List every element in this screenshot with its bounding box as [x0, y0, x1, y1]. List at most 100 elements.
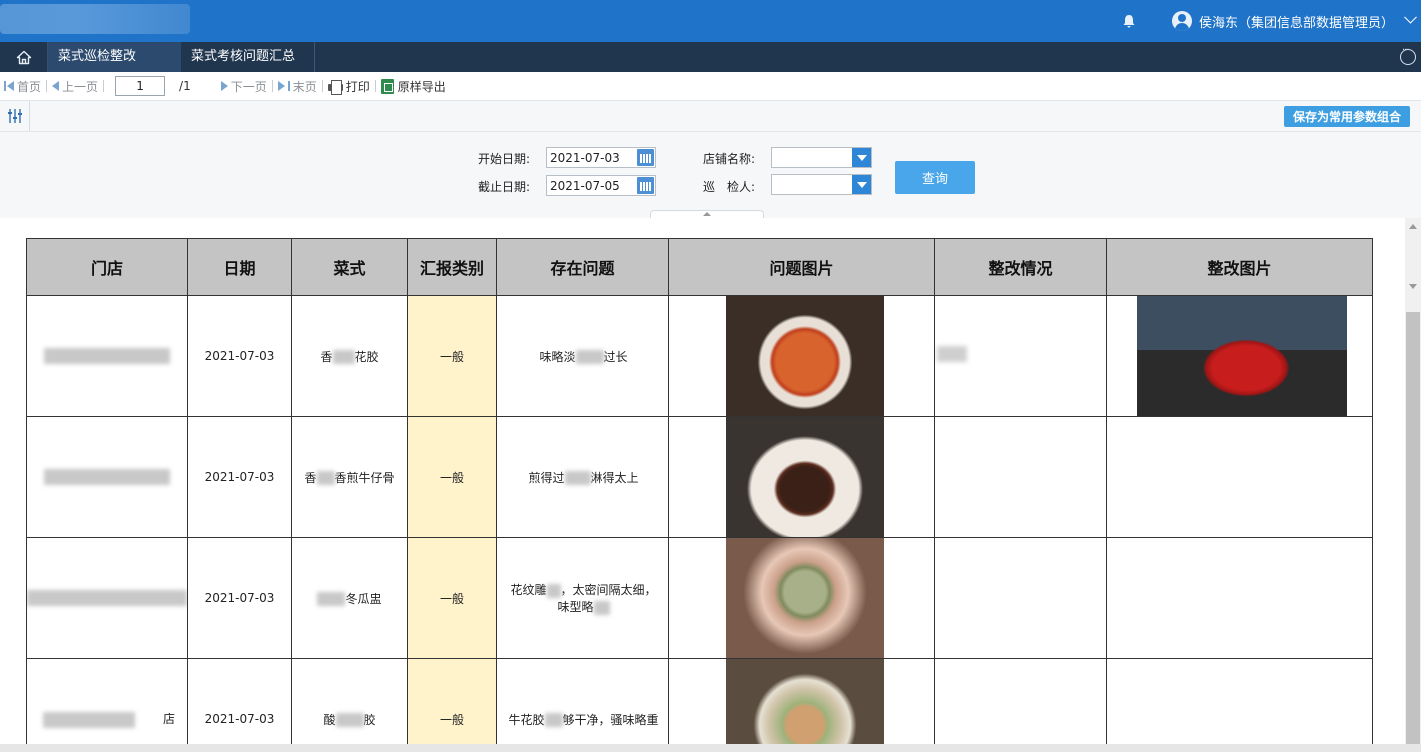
bell-icon[interactable]	[1121, 13, 1137, 29]
horizontal-scrollbar[interactable]	[0, 744, 1421, 752]
fix-photo-cell	[1106, 537, 1373, 659]
report-area: 门店 日期 菜式 汇报类别 存在问题 问题图片 整改情况 整改图片 2021-0…	[0, 218, 1405, 744]
store-cell	[26, 537, 188, 659]
column-header: 日期	[187, 238, 292, 296]
page-total: /1	[179, 79, 191, 93]
issue-cell: 花纹雕 ，太密间隔太细， 味型略	[496, 537, 669, 659]
column-header: 存在问题	[496, 238, 669, 296]
issue-cell: 牛花胶 够干净，骚味略重	[496, 658, 669, 744]
filter-sliders-icon[interactable]	[0, 101, 30, 131]
end-date-input[interactable]: 2021-07-05	[546, 175, 656, 196]
inspector-label: 巡 检人:	[703, 180, 756, 194]
fix-photo-cell	[1106, 416, 1373, 538]
prev-page-button[interactable]: 上一页	[52, 72, 98, 101]
dropdown-arrow-icon[interactable]	[852, 175, 871, 194]
page-number-input[interactable]	[115, 76, 166, 96]
issue-photo-cell	[668, 537, 935, 659]
fix-status-cell	[934, 537, 1107, 659]
redacted-store-name	[44, 348, 170, 364]
vertical-scrollbar[interactable]	[1405, 218, 1421, 744]
export-button[interactable]: 原样导出	[380, 72, 446, 101]
column-header: 整改情况	[934, 238, 1107, 296]
issue-photo[interactable]	[726, 296, 884, 416]
next-page-icon	[220, 81, 228, 91]
fix-photo-cell	[1106, 658, 1373, 744]
query-form: 开始日期: 2021-07-03 截止日期: 2021-07-05 店铺名称: …	[0, 132, 1421, 218]
start-date-input[interactable]: 2021-07-03	[546, 147, 656, 168]
redacted-store-name	[42, 711, 135, 728]
scroll-up-icon[interactable]	[1409, 224, 1417, 229]
more-options-icon[interactable]	[1400, 45, 1416, 65]
fix-photo-cell	[1106, 295, 1373, 417]
store-cell	[26, 295, 188, 417]
table-row: 2021-07-03 冬瓜盅 一般 花纹雕 ，太密间隔太细， 味型略	[26, 537, 1373, 659]
redacted-store-name	[27, 590, 187, 606]
excel-export-icon	[380, 78, 394, 94]
home-icon	[16, 50, 31, 64]
report-type-cell: 一般	[407, 295, 497, 417]
print-button[interactable]: 打印	[327, 72, 370, 101]
report-toolbar: 首页 上一页 /1 下一页 末页 打印 原样导出	[0, 72, 1421, 101]
calendar-icon[interactable]	[637, 149, 654, 166]
date-cell: 2021-07-03	[187, 295, 292, 417]
start-date-label: 开始日期:	[478, 152, 531, 166]
first-page-button[interactable]: 首页	[4, 72, 41, 101]
issue-photo[interactable]	[726, 659, 884, 744]
tab-dish-issue-summary[interactable]: 菜式考核问题汇总	[181, 42, 315, 72]
date-cell: 2021-07-03	[187, 537, 292, 659]
dish-cell: 酸胶	[291, 658, 408, 744]
issue-photo-cell	[668, 295, 935, 417]
app-header: 侯海东（集团信息部数据管理员）	[0, 0, 1421, 42]
tab-bar: 菜式巡检整改 菜式考核问题汇总	[0, 42, 1421, 72]
collapse-form-handle[interactable]	[650, 210, 764, 218]
report-type-cell: 一般	[407, 416, 497, 538]
column-header: 整改图片	[1106, 238, 1373, 296]
last-page-icon	[277, 81, 285, 91]
query-button[interactable]: 查询	[895, 161, 975, 194]
dish-cell: 香香煎牛仔骨	[291, 416, 408, 538]
calendar-icon[interactable]	[637, 177, 654, 194]
report-type-cell: 一般	[407, 658, 497, 744]
last-page-button[interactable]: 末页	[277, 72, 317, 101]
user-menu[interactable]: 侯海东（集团信息部数据管理员）	[1172, 10, 1417, 32]
store-cell: 店	[26, 658, 188, 744]
dropdown-arrow-icon[interactable]	[852, 148, 871, 167]
table-row: 2021-07-03 香花胶 一般 味略淡 过长	[26, 295, 1373, 417]
end-date-label: 截止日期:	[478, 180, 531, 194]
fix-status-cell	[934, 658, 1107, 744]
next-page-button[interactable]: 下一页	[220, 72, 267, 101]
fix-status-cell	[934, 416, 1107, 538]
date-cell: 2021-07-03	[187, 416, 292, 538]
dish-cell: 香花胶	[291, 295, 408, 417]
store-name-label: 店铺名称:	[703, 152, 756, 166]
scrollbar-thumb[interactable]	[1406, 312, 1420, 744]
chevron-down-icon	[1404, 10, 1417, 24]
prev-page-icon	[52, 81, 60, 91]
redacted-store-name	[44, 469, 170, 485]
user-avatar-icon	[1172, 11, 1192, 31]
save-params-button[interactable]: 保存为常用参数组合	[1283, 106, 1410, 127]
store-name-select[interactable]	[771, 147, 872, 168]
issue-photo-cell	[668, 658, 935, 744]
issue-photo[interactable]	[726, 538, 884, 658]
issue-photo[interactable]	[726, 417, 884, 537]
dish-cell: 冬瓜盅	[291, 537, 408, 659]
fix-photo[interactable]	[1137, 296, 1347, 416]
column-header: 汇报类别	[407, 238, 497, 296]
column-header: 菜式	[291, 238, 408, 296]
table-header-row: 门店 日期 菜式 汇报类别 存在问题 问题图片 整改情况 整改图片	[26, 238, 1373, 296]
column-header: 门店	[26, 238, 188, 296]
tab-dish-inspection[interactable]: 菜式巡检整改	[48, 42, 181, 72]
date-cell: 2021-07-03	[187, 658, 292, 744]
store-cell	[26, 416, 188, 538]
column-header: 问题图片	[668, 238, 935, 296]
issue-cell: 味略淡 过长	[496, 295, 669, 417]
inspector-select[interactable]	[771, 174, 872, 195]
report-type-cell: 一般	[407, 537, 497, 659]
table-row: 店 2021-07-03 酸胶 一般 牛花胶 够干净，骚味略重	[26, 658, 1373, 744]
parameter-bar: 保存为常用参数组合	[0, 101, 1421, 132]
scroll-down-icon[interactable]	[1409, 284, 1417, 289]
home-tab[interactable]	[0, 42, 48, 72]
table-row: 2021-07-03 香香煎牛仔骨 一般 煎得过 淋得太上	[26, 416, 1373, 538]
user-name: 侯海东（集团信息部数据管理员）	[1199, 15, 1395, 31]
